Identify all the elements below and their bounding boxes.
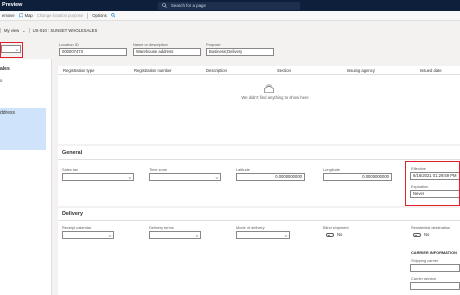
map-icon: [18, 13, 23, 18]
app-header: Preview Search for a page: [0, 0, 460, 11]
column-header[interactable]: Registration number: [134, 68, 172, 73]
column-header[interactable]: Section: [277, 68, 291, 73]
change-purpose-button[interactable]: Change location purpose: [37, 13, 84, 18]
sales-tax-label: Sales tax: [62, 167, 79, 172]
chevron-down-icon: ⌄: [22, 28, 26, 33]
highlight-box: [0, 42, 23, 58]
empty-state-icon: [264, 84, 274, 93]
name-value: Warehouse address: [136, 49, 174, 55]
carrier-service-label: Carrier service: [411, 276, 437, 281]
delivery-section: [58, 208, 460, 295]
column-header[interactable]: Issued date: [420, 68, 442, 73]
delivery-terms-label: Delivery terms: [149, 225, 174, 230]
carrier-service-dropdown[interactable]: [410, 282, 460, 290]
receipt-calendar-dropdown[interactable]: [62, 231, 114, 239]
remove-label: emove: [2, 13, 15, 18]
purpose-field[interactable]: Business;Delivery: [206, 48, 274, 56]
name-label: Name or description: [133, 42, 168, 47]
shipping-carrier-dropdown[interactable]: [410, 264, 460, 272]
empty-state-message: We didn't find anything to show here: [241, 95, 309, 100]
map-label: Map: [24, 13, 33, 18]
chevron-down-icon: [284, 234, 287, 237]
search-action-button[interactable]: [110, 13, 116, 18]
app-title: Preview: [2, 2, 23, 8]
change-purpose-label: Change location purpose: [36, 13, 84, 18]
chevron-down-icon: [108, 234, 111, 237]
residential-destination-value: No: [424, 232, 430, 237]
name-field[interactable]: Warehouse address: [133, 48, 201, 56]
shipping-carrier-label: Shipping carrier: [411, 258, 439, 263]
longitude-value: 0.0000000000: [362, 174, 389, 180]
purpose-value: Business;Delivery: [209, 49, 243, 55]
blind-shipment-value: No: [337, 232, 343, 237]
divider: [58, 159, 460, 160]
longitude-field[interactable]: 0.0000000000: [323, 173, 392, 181]
list-item[interactable]: ales: [0, 66, 10, 72]
list-item[interactable]: o: [0, 78, 2, 83]
search-placeholder: Search for a page: [171, 3, 206, 8]
latitude-label: Latitude: [236, 167, 250, 172]
search-box[interactable]: Search for a page: [158, 1, 300, 10]
left-list-panel: ales o ddress: [0, 59, 52, 295]
options-label: Options: [92, 13, 107, 18]
my-view-link[interactable]: My view: [4, 28, 19, 33]
chevron-down-icon: [215, 176, 218, 179]
grid-header: Registration type Registration number De…: [58, 66, 460, 75]
delivery-section-title[interactable]: Delivery: [62, 211, 83, 217]
chevron-down-icon: [128, 176, 131, 179]
time-zone-dropdown[interactable]: [149, 173, 221, 181]
location-id-field[interactable]: 000007473: [59, 48, 127, 56]
longitude-label: Longitude: [323, 167, 341, 172]
divider: [87, 12, 89, 19]
list-item-label: ddress: [0, 110, 16, 116]
general-section-title[interactable]: General: [62, 150, 82, 156]
delivery-terms-dropdown[interactable]: [149, 231, 201, 239]
highlight-box: [405, 161, 460, 206]
action-pane: emove Map Change location purpose Option…: [0, 11, 460, 21]
carrier-information-heading: CARRIER INFORMATION: [411, 250, 457, 255]
purpose-label: Purpose: [206, 42, 221, 47]
blind-shipment-label: Blind shipment: [323, 225, 349, 230]
column-header[interactable]: Description: [206, 68, 227, 73]
divider: [0, 28, 1, 33]
residential-destination-label: Residential destination: [411, 225, 451, 230]
search-icon: [162, 3, 167, 8]
blind-shipment-toggle[interactable]: [326, 233, 334, 237]
location-id-label: Location ID: [59, 42, 79, 47]
divider: [28, 28, 30, 33]
record-title: US-010 : SUNSET WHOLESALES: [32, 28, 98, 33]
column-header[interactable]: Issuing agency: [347, 68, 375, 73]
registration-grid: [58, 66, 460, 144]
mode-of-delivery-label: Mode of delivery: [236, 225, 265, 230]
latitude-field[interactable]: 0.0000000000: [236, 173, 305, 181]
chevron-down-icon: [195, 234, 198, 237]
breadcrumb: My view ⌄ US-010 : SUNSET WHOLESALES: [0, 27, 97, 34]
sales-tax-dropdown[interactable]: [62, 173, 134, 181]
mode-of-delivery-dropdown[interactable]: [236, 231, 290, 239]
remove-button[interactable]: emove: [2, 13, 15, 18]
receipt-calendar-label: Receipt calendar: [62, 225, 92, 230]
residential-destination-toggle[interactable]: [413, 233, 421, 237]
latitude-value: 0.0000000000: [275, 174, 302, 180]
search-icon: [110, 13, 115, 18]
time-zone-label: Time zone: [149, 167, 168, 172]
divider: [58, 220, 460, 221]
location-id-value: 000007473: [62, 49, 83, 55]
column-header[interactable]: Registration type: [63, 68, 94, 73]
map-button[interactable]: Map: [18, 13, 33, 18]
options-button[interactable]: Options: [92, 13, 106, 18]
